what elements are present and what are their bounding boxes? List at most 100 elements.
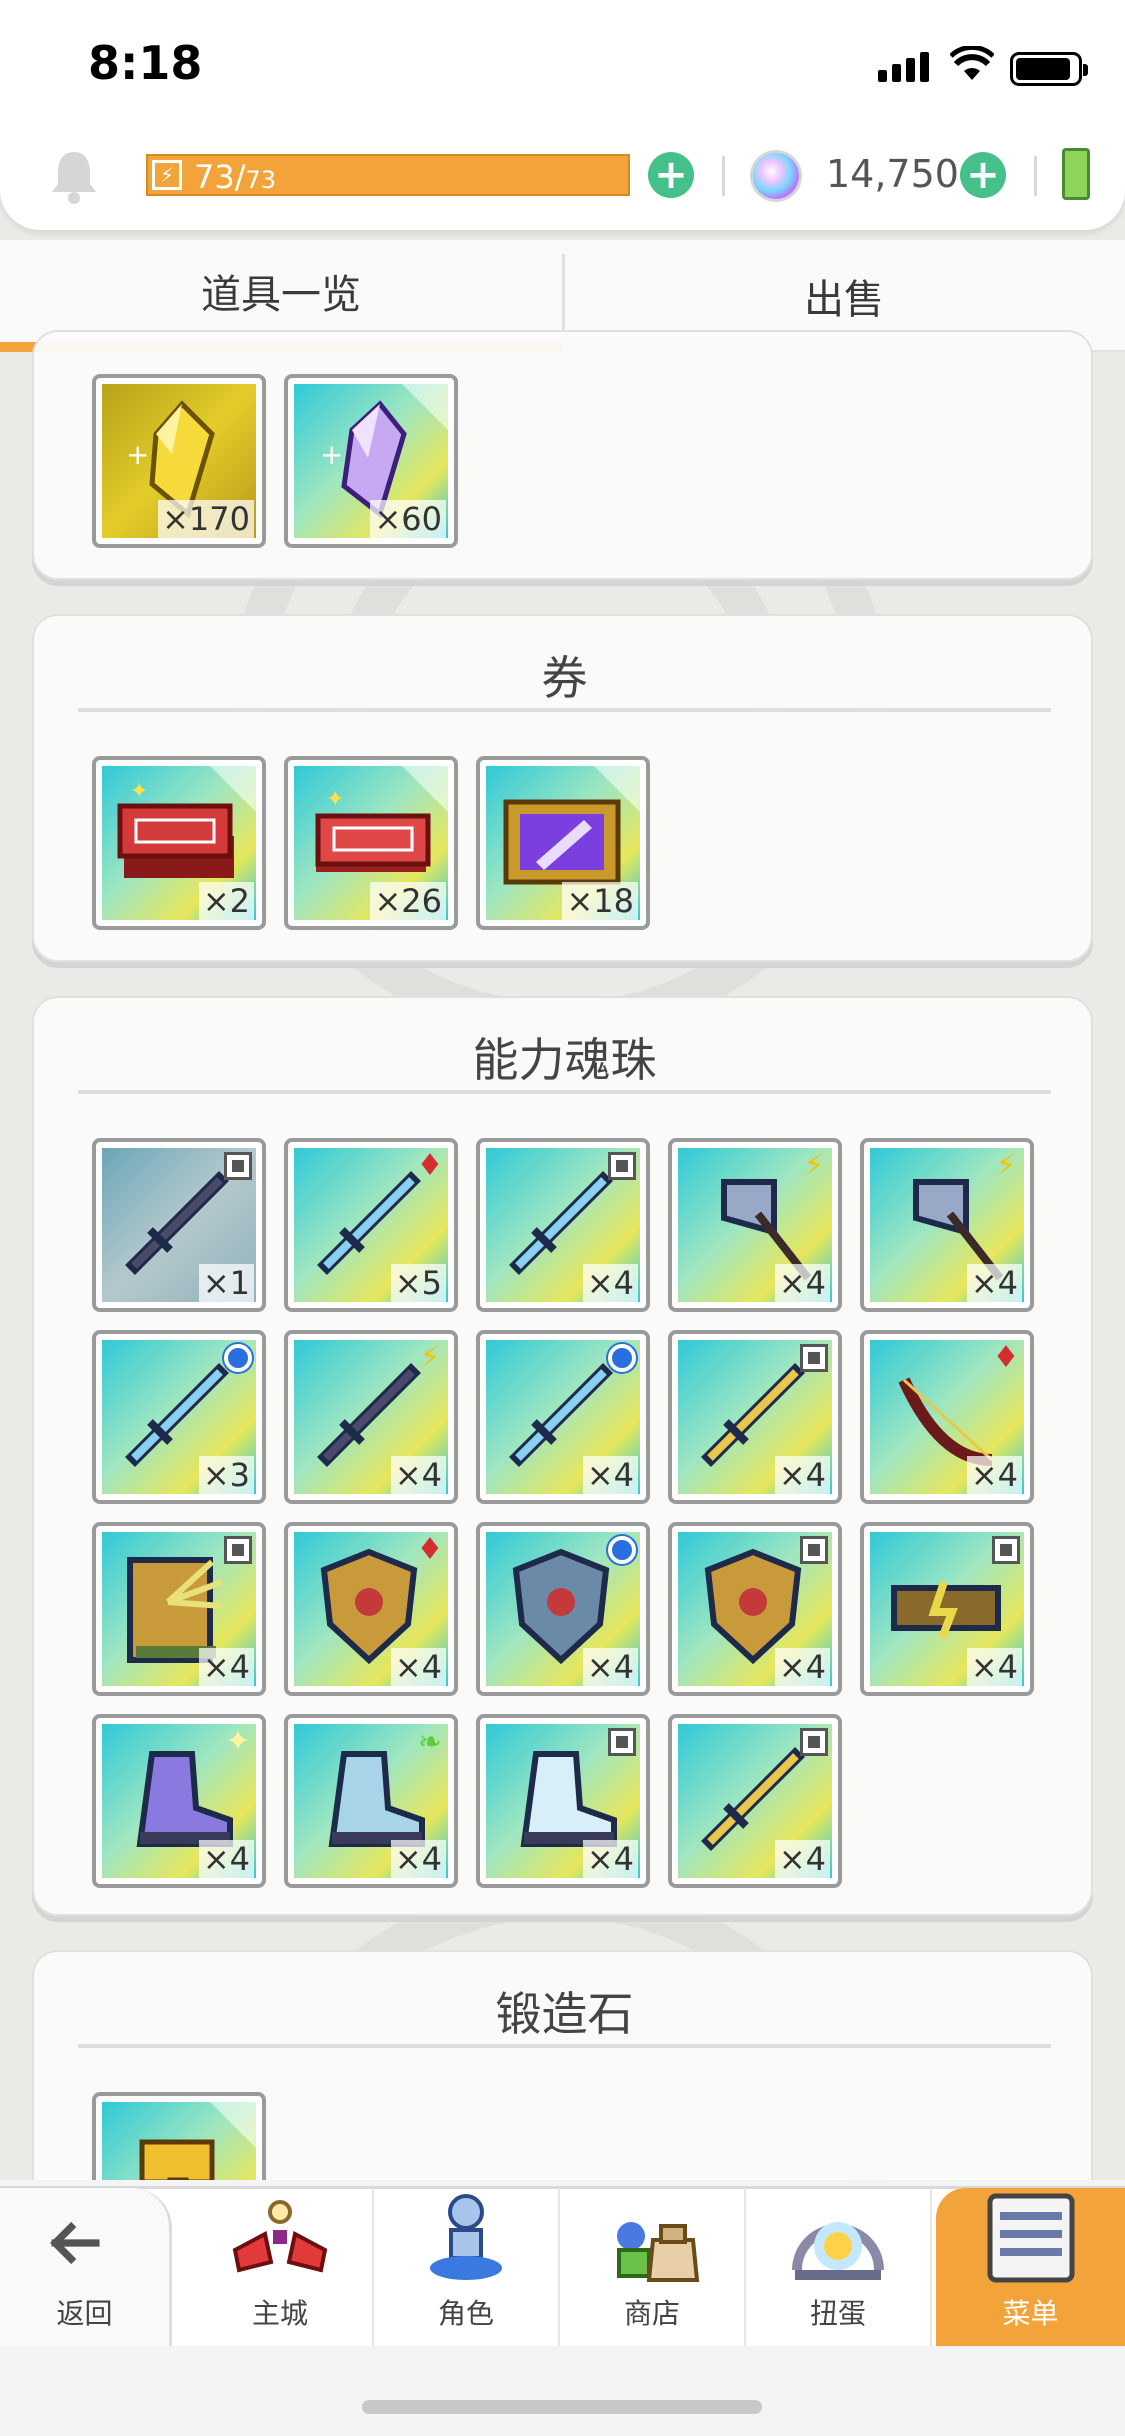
wifi-icon [950,46,994,80]
red-gem-badge-icon: ♦ [416,1532,444,1567]
item-quantity: ×1 [198,1264,254,1302]
gacha-icon [792,2222,884,2280]
rainbow-gem-icon [750,150,802,202]
nav-item-gacha[interactable]: 扭蛋 [746,2188,932,2346]
energy-battery-icon [1062,148,1090,200]
add-gems-button[interactable]: + [960,152,1006,198]
item-quantity: ×26 [370,882,446,920]
nav-item-shop[interactable]: 商店 [560,2188,746,2346]
divider [722,156,725,196]
item-slot[interactable]: ✦ ×2 [92,756,266,930]
star-badge-icon: ✦ [225,1724,251,1759]
orb-slot[interactable]: ×4 [476,1714,650,1888]
character-icon [430,2194,502,2280]
orb-slot[interactable]: ×4 [860,1522,1034,1696]
orb-slot[interactable]: ×4 [668,1330,842,1504]
rarity-badge-icon [800,1344,828,1372]
item-quantity: ×4 [198,1648,254,1686]
item-quantity: ×4 [966,1648,1022,1686]
svg-text:✦: ✦ [326,787,344,812]
item-quantity: ×4 [582,1648,638,1686]
town-icon [232,2200,328,2273]
orb-slot[interactable]: ×4 [476,1522,650,1696]
section-title: 券 [78,642,1051,712]
nav-item-character[interactable]: 角色 [374,2188,560,2346]
nav-label: 角色 [437,2297,494,2330]
svg-text:✦: ✦ [130,779,148,804]
orb-slot[interactable]: ×4 [668,1522,842,1696]
ability-orbs-card: 能力魂珠 ×1 ♦ ×5 ×4 ⚡ ×4 ⚡ ×4 ×3 ⚡ ×4 ×4 ×4 … [32,996,1093,1916]
item-slot[interactable]: + ×170 [92,374,266,548]
home-indicator [362,2400,762,2414]
item-slot[interactable]: + ×60 [284,374,458,548]
orb-slot[interactable]: ×4 [92,1522,266,1696]
item-quantity: ×4 [774,1648,830,1686]
nav-label: 扭蛋 [809,2297,866,2330]
blue-orb-badge-icon [224,1344,252,1372]
rarity-badge-icon [224,1152,252,1180]
item-quantity: ×18 [562,882,638,920]
status-bar: 8:18 [0,0,1125,130]
item-quantity: ×2 [198,882,254,920]
resource-bar: ⚡ 73/73 + 14,750 + [0,118,1125,230]
orb-slot[interactable]: ♦ ×5 [284,1138,458,1312]
gem-count: 14,750 [826,152,959,196]
add-stamina-button[interactable]: + [648,152,694,198]
item-quantity: ×4 [774,1264,830,1302]
back-arrow-icon [49,2221,100,2265]
blue-orb-badge-icon [608,1344,636,1372]
rarity-badge-icon [224,1536,252,1564]
item-quantity: ×3 [198,1456,254,1494]
stamina-value: 73/73 [194,158,277,196]
blue-orb-badge-icon [608,1536,636,1564]
status-time: 8:18 [88,36,203,90]
stamina-bolt-icon: ⚡ [152,160,182,190]
nav-label: 主城 [251,2297,308,2330]
rarity-badge-icon [800,1728,828,1756]
section-title: 能力魂珠 [78,1024,1051,1094]
orb-slot[interactable]: ×1 [92,1138,266,1312]
svg-text:+: + [126,438,149,471]
item-quantity: ×4 [390,1456,446,1494]
item-quantity: ×4 [582,1840,638,1878]
item-quantity: ×4 [774,1840,830,1878]
orb-slot[interactable]: ❧ ×4 [284,1714,458,1888]
item-slot[interactable]: ✦ ×26 [284,756,458,930]
red-gem-badge-icon: ♦ [416,1148,444,1183]
svg-text:+: + [320,438,343,471]
rarity-badge-icon [800,1536,828,1564]
item-quantity: ×4 [774,1456,830,1494]
forge-stones-card: 锻造石 3 [32,1950,1093,2266]
nav-item-menu[interactable]: 菜单 [936,2188,1125,2346]
rarity-badge-icon [992,1536,1020,1564]
orb-slot[interactable]: ×4 [476,1330,650,1504]
back-button[interactable]: 返回 [0,2188,172,2346]
nav-item-town[interactable]: 主城 [188,2188,374,2346]
nav-label: 菜单 [1002,2297,1059,2330]
item-quantity: ×4 [390,1648,446,1686]
item-slot[interactable]: ×18 [476,756,650,930]
orb-slot[interactable]: ✦ ×4 [92,1714,266,1888]
orb-slot[interactable]: ♦ ×4 [284,1522,458,1696]
lightning-badge-icon: ⚡ [419,1340,441,1375]
items-card-top: + ×170 + ×60 [32,330,1093,580]
back-label: 返回 [56,2297,113,2330]
shop-icon [617,2222,700,2282]
divider [1034,156,1037,196]
orb-slot[interactable]: ⚡ ×4 [668,1138,842,1312]
orb-slot[interactable]: ⚡ ×4 [860,1138,1034,1312]
rarity-badge-icon [608,1152,636,1180]
item-quantity: ×4 [582,1456,638,1494]
orb-slot[interactable]: ⚡ ×4 [284,1330,458,1504]
orb-slot[interactable]: ×3 [92,1330,266,1504]
orb-slot[interactable]: ×4 [476,1138,650,1312]
item-quantity: ×60 [370,500,446,538]
battery-icon [1010,52,1088,86]
orb-slot[interactable]: ×4 [668,1714,842,1888]
section-title: 锻造石 [78,1978,1051,2048]
item-quantity: ×170 [158,500,254,538]
item-quantity: ×4 [966,1456,1022,1494]
notification-bell-icon[interactable] [48,148,100,204]
orb-slot[interactable]: ♦ ×4 [860,1330,1034,1504]
menu-icon [987,2193,1074,2283]
